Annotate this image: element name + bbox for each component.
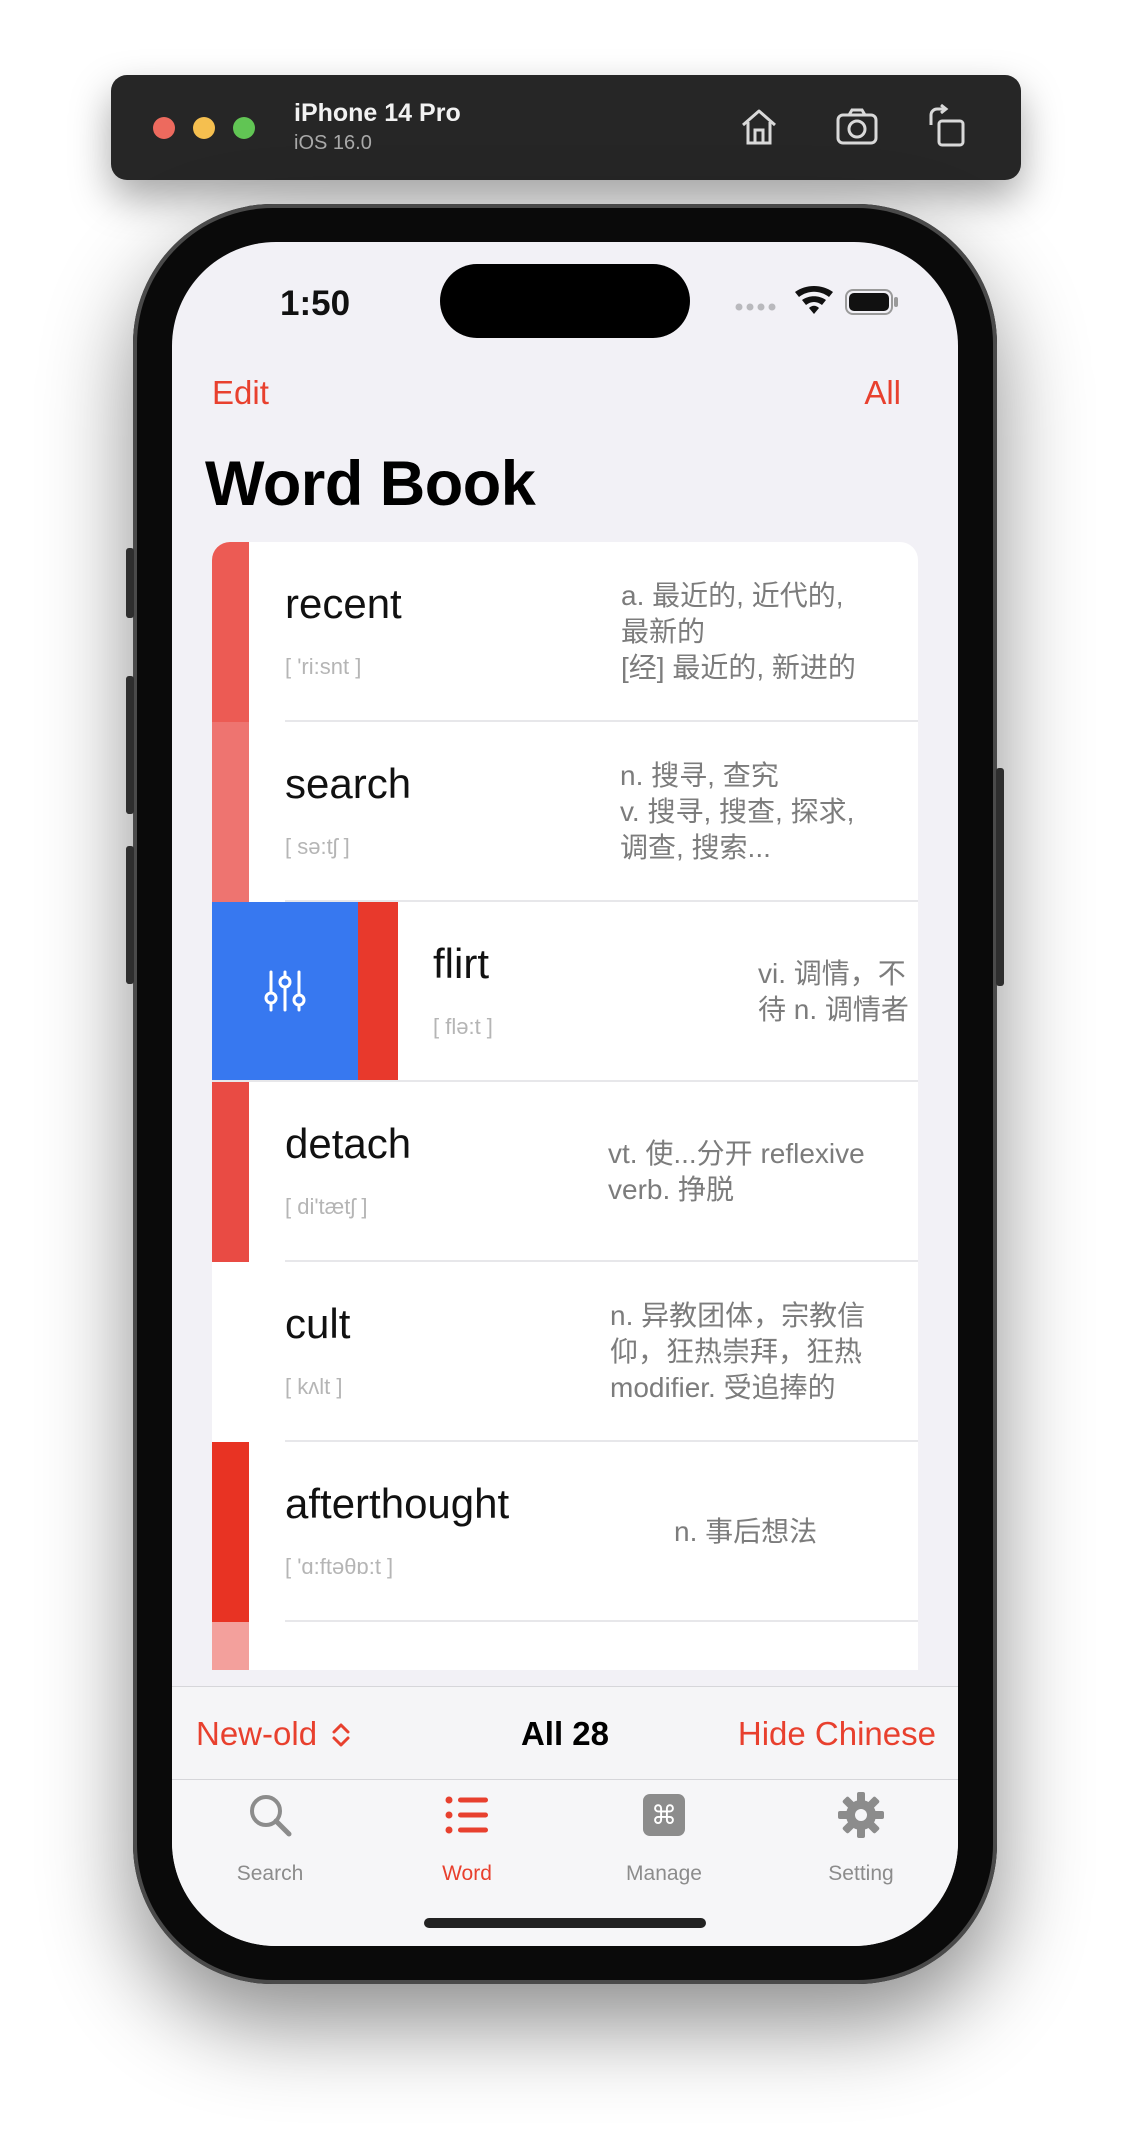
word-meaning: vi. 调情，不 待 n. 调情者 <box>758 958 909 1025</box>
familiarity-bar <box>212 542 249 722</box>
sliders-icon <box>264 970 306 1012</box>
gear-icon <box>838 1792 884 1838</box>
familiarity-bar <box>212 1082 249 1262</box>
page-title: Word Book <box>205 449 536 519</box>
tab-label: Word <box>442 1862 492 1885</box>
command-icon: ⌘ <box>643 1794 685 1836</box>
word-meaning: n. 搜寻, 查究 v. 搜寻, 搜查, 探求, 调查, 搜索... <box>620 760 855 863</box>
search-icon <box>250 1795 292 1837</box>
tab-word[interactable]: Word <box>382 1790 552 1890</box>
familiarity-bar <box>212 1262 249 1442</box>
wifi-icon <box>795 286 833 314</box>
silent-switch <box>126 548 134 618</box>
signal-icon <box>735 303 776 311</box>
word-phonetic: [ flə:t ] <box>433 1014 493 1039</box>
screenshot-icon[interactable] <box>833 103 881 151</box>
zoom-window-button[interactable] <box>233 117 255 139</box>
word-row-afterthought[interactable]: afterthought [ 'ɑ:ftəθɒ:t ] n. 事后想法 <box>212 1442 918 1622</box>
swipe-adjust-button[interactable] <box>212 902 358 1082</box>
word-row-flirt[interactable]: flirt [ flə:t ] vi. 调情，不 待 n. 调情者 <box>212 902 918 1082</box>
list-icon <box>445 1796 488 1834</box>
word-text: detach <box>285 1120 412 1167</box>
volume-up-button <box>126 676 134 814</box>
word-text: search <box>285 760 412 807</box>
word-phonetic: [ kʌlt ] <box>285 1374 343 1399</box>
os-version: iOS 16.0 <box>294 132 372 154</box>
word-row-partial[interactable] <box>212 1622 918 1670</box>
all-filter-button[interactable]: All <box>864 374 901 412</box>
word-text: flirt <box>433 940 489 987</box>
word-phonetic: [ 'ɑ:ftəθɒ:t ] <box>285 1554 394 1579</box>
tab-manage[interactable]: ⌘ Manage <box>579 1790 749 1890</box>
word-phonetic: [ sə:tʃ ] <box>285 834 350 859</box>
tab-search[interactable]: Search <box>185 1790 355 1890</box>
word-row-recent[interactable]: recent [ 'ri:snt ] a. 最近的, 近代的, 最新的 [经] … <box>212 542 918 722</box>
dynamic-island <box>440 264 690 338</box>
volume-down-button <box>126 846 134 984</box>
word-list[interactable]: recent [ 'ri:snt ] a. 最近的, 近代的, 最新的 [经] … <box>212 542 918 1670</box>
word-meaning: n. 异教团体，宗教信 仰，狂热崇拜，狂热 modifier. 受追捧的 <box>610 1300 866 1403</box>
word-text: recent <box>285 580 402 627</box>
familiarity-bar <box>212 1442 249 1622</box>
home-icon[interactable] <box>735 103 783 151</box>
power-button <box>996 768 1004 986</box>
svg-text:⌘: ⌘ <box>651 1801 677 1831</box>
tab-label: Search <box>236 1862 304 1885</box>
word-text: cult <box>285 1300 351 1347</box>
tab-setting[interactable]: Setting <box>776 1790 946 1890</box>
hide-chinese-button[interactable]: Hide Chinese <box>738 1715 936 1753</box>
familiarity-bar <box>212 722 249 902</box>
word-row-detach[interactable]: detach [ di'tætʃ ] vt. 使...分开 reflexive … <box>212 1082 918 1262</box>
word-row-cult[interactable]: cult [ kʌlt ] n. 异教团体，宗教信 仰，狂热崇拜，狂热 modi… <box>212 1262 918 1442</box>
word-phonetic: [ di'tætʃ ] <box>285 1194 368 1219</box>
word-meaning: a. 最近的, 近代的, 最新的 [经] 最近的, 新进的 <box>621 580 856 683</box>
word-meaning: vt. 使...分开 reflexive verb. 挣脱 <box>608 1138 865 1205</box>
phone-screen: 1:50 Edit All Word Book recent [ 'ri:snt… <box>172 242 958 1946</box>
tab-label: Setting <box>828 1862 894 1885</box>
device-name: iPhone 14 Pro <box>294 99 461 127</box>
rotate-icon[interactable] <box>923 103 971 151</box>
home-indicator[interactable] <box>424 1918 706 1928</box>
word-phonetic: [ 'ri:snt ] <box>285 654 362 679</box>
word-meaning: n. 事后想法 <box>674 1516 818 1547</box>
word-row-search[interactable]: search [ sə:tʃ ] n. 搜寻, 查究 v. 搜寻, 搜查, 探求… <box>212 722 918 902</box>
tab-label: Manage <box>626 1862 702 1885</box>
close-window-button[interactable] <box>153 117 175 139</box>
word-text: afterthought <box>285 1480 510 1527</box>
simulator-toolbar: iPhone 14 Pro iOS 16.0 <box>111 75 1021 180</box>
battery-icon <box>845 289 898 315</box>
status-indicators <box>735 286 898 315</box>
status-time: 1:50 <box>280 284 351 323</box>
familiarity-bar <box>212 1622 249 1670</box>
minimize-window-button[interactable] <box>193 117 215 139</box>
edit-button[interactable]: Edit <box>212 374 269 412</box>
familiarity-bar <box>358 902 398 1082</box>
filter-bar: New-old All 28 Hide Chinese <box>172 1686 958 1780</box>
